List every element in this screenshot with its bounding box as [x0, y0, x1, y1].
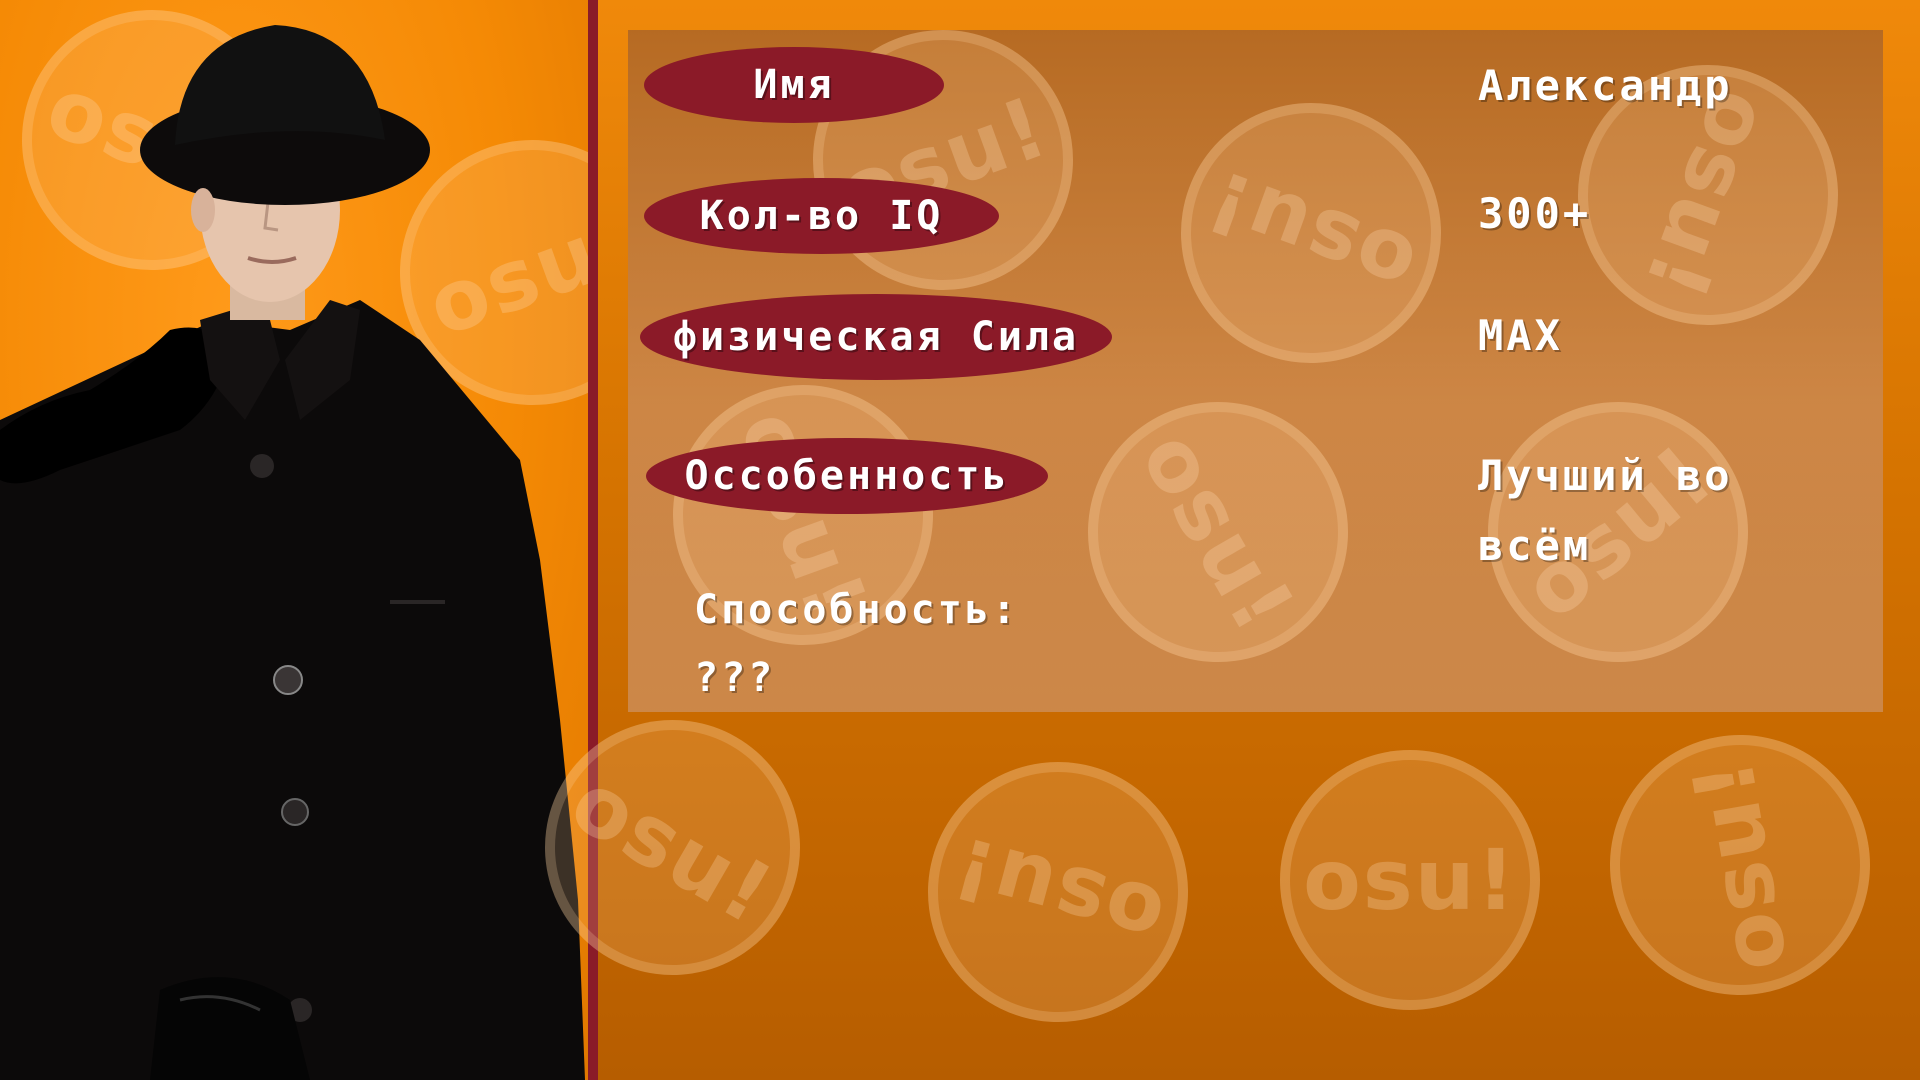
strength-label-pill: физическая Сила: [640, 294, 1112, 380]
feature-label-pill: Оссобенность: [646, 438, 1048, 514]
feature-value-line-1: Лучший во: [1478, 451, 1733, 500]
osu-coin-watermark: osu!: [1144, 66, 1478, 400]
ability-label: Способность:: [694, 587, 1019, 633]
iq-value: 300+: [1478, 189, 1592, 238]
iq-label-pill: Кол-во IQ: [644, 178, 999, 254]
name-value: Александр: [1478, 61, 1733, 110]
name-label-pill: Имя: [644, 47, 944, 123]
profile-card: osu! osu! osu! osu! osu! osu! Имя Кол-во…: [628, 0, 1883, 716]
feature-value-line-2: всём: [1478, 521, 1592, 570]
osu-coin-watermark: osu!: [898, 732, 1218, 1052]
person-portrait-image: [0, 25, 585, 1080]
osu-coin-watermark: osu!: [1280, 750, 1540, 1010]
ability-value: ???: [694, 655, 776, 701]
osu-coin-watermark: osu!: [1589, 714, 1891, 1016]
strength-value: MAX: [1478, 311, 1563, 360]
portrait-panel: osu! osu!: [0, 0, 588, 1080]
osu-coin-watermark: osu!: [1040, 354, 1396, 710]
